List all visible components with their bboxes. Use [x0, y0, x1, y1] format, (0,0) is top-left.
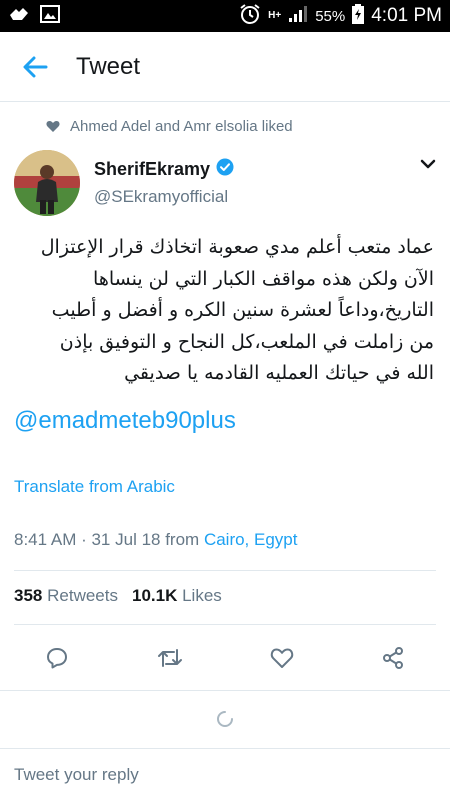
tweet-actions: [0, 636, 450, 680]
alarm-icon: [239, 3, 261, 29]
divider: [14, 570, 436, 571]
timestamp-text: 8:41 AM · 31 Jul 18 from: [14, 530, 200, 549]
avatar[interactable]: [14, 150, 80, 216]
author-display-name[interactable]: SherifEkramy: [94, 159, 210, 180]
tweet-timestamp: 8:41 AM · 31 Jul 18 from Cairo, Egypt: [14, 530, 297, 550]
chevron-down-icon: [420, 159, 436, 169]
translate-link[interactable]: Translate from Arabic: [14, 477, 175, 497]
tweet-stats: 358 Retweets 10.1K Likes: [14, 586, 222, 606]
battery-charging-icon: [352, 4, 365, 28]
likes-label: Likes: [182, 586, 222, 605]
battery-percent: 55%: [315, 7, 346, 25]
retweet-icon: [158, 649, 182, 667]
location-link[interactable]: Cairo, Egypt: [204, 530, 298, 549]
back-arrow-icon: [23, 56, 48, 77]
signal-icon: [288, 5, 308, 27]
tweet-text-line: الله في حياتك العمليه القادمه يا صديقي: [124, 362, 434, 384]
like-button[interactable]: [268, 644, 296, 672]
likes-stat[interactable]: 10.1K Likes: [132, 586, 222, 606]
tweet-text-line: من زاملت في الملعب،كل النجاح و التوفيق ب…: [59, 330, 434, 353]
verified-badge-icon: [216, 158, 234, 181]
page-title: Tweet: [76, 52, 141, 80]
loading-spinner-icon: [216, 710, 234, 728]
app-bar: Tweet: [0, 32, 450, 102]
retweets-stat[interactable]: 358 Retweets: [14, 586, 118, 606]
tweet-text-line: عماد متعب أعلم مدي صعوبة اتخاذك قرار الإ…: [40, 236, 434, 258]
tweet-text: عماد متعب أعلم مدي صعوبة اتخاذك قرار الإ…: [14, 232, 434, 390]
heart-icon: [270, 648, 294, 668]
author-handle[interactable]: @SEkramyofficial: [94, 187, 234, 207]
heart-icon: [46, 120, 60, 132]
tweet-author: SherifEkramy @SEkramyofficial: [14, 150, 436, 220]
tweet-options-button[interactable]: [420, 150, 436, 174]
tweet-text-line: التاريخ،وداعاً لعشرة سنين الكره و أفضل و…: [51, 299, 434, 321]
retweets-label: Retweets: [47, 586, 118, 605]
network-type: H+: [268, 10, 282, 21]
reply-placeholder: Tweet your reply: [14, 764, 139, 784]
reply-button[interactable]: [43, 644, 71, 672]
status-bar: H+ 55% 4:01 PM: [0, 0, 450, 32]
retweets-count: 358: [14, 586, 43, 605]
divider: [0, 690, 450, 691]
image-notification-icon: [40, 4, 60, 28]
share-icon: [383, 647, 403, 669]
likes-count: 10.1K: [131, 586, 178, 605]
social-context[interactable]: Ahmed Adel and Amr elsolia liked: [0, 112, 450, 140]
clock: 4:01 PM: [371, 5, 442, 26]
reply-input[interactable]: Tweet your reply: [0, 748, 450, 800]
social-context-text: Ahmed Adel and Amr elsolia liked: [70, 117, 293, 135]
share-button[interactable]: [379, 644, 407, 672]
tweet-text-line: الآن ولكن هذه مواقف الكبار التي لن ينساه…: [93, 267, 434, 290]
notification-hand-icon: [8, 5, 30, 28]
reply-icon: [47, 648, 67, 669]
mention-link[interactable]: @emadmeteb90plus: [14, 407, 236, 435]
divider: [14, 624, 436, 625]
retweet-button[interactable]: [156, 644, 184, 672]
back-button[interactable]: [0, 32, 70, 102]
